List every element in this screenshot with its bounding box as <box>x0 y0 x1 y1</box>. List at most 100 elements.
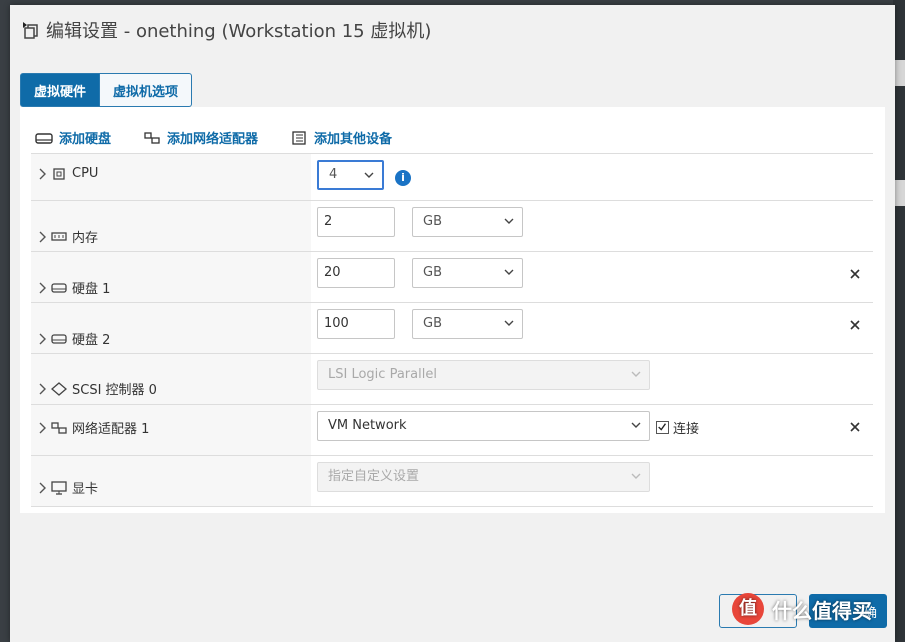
remove-disk2-close-icon[interactable] <box>849 319 861 331</box>
row-value-cell: 指定自定义设置 <box>311 456 873 506</box>
cpu-label: CPU <box>72 166 99 181</box>
expand-disk1[interactable]: 硬盘 1 <box>38 278 110 297</box>
disk-icon <box>35 132 53 144</box>
chevron-right-icon <box>39 482 46 493</box>
video-settings-value: 指定自定义设置 <box>328 469 420 484</box>
chevron-right-icon <box>39 231 46 242</box>
remove-disk1-close-icon[interactable] <box>849 268 861 280</box>
network-value: VM Network <box>328 418 407 433</box>
edit-settings-dialog: 编辑设置 - onething (Workstation 15 虚拟机) 虚拟硬… <box>10 5 895 642</box>
disk2-label: 硬盘 2 <box>72 333 111 348</box>
chevron-right-icon <box>39 333 46 344</box>
chevron-right-icon <box>39 168 46 179</box>
monitor-icon <box>51 480 67 495</box>
dialog-title: 编辑设置 - onething (Workstation 15 虚拟机) <box>22 17 431 43</box>
cpu-icon <box>53 167 65 180</box>
row-label-cell: 内存 <box>31 201 311 251</box>
expand-memory[interactable]: 内存 <box>38 227 98 246</box>
disk-icon <box>51 333 67 344</box>
expand-disk2[interactable]: 硬盘 2 <box>38 329 110 348</box>
video-settings-select: 指定自定义设置 <box>317 462 650 492</box>
row-label-cell: 硬盘 1 <box>31 252 311 302</box>
scsi-controller-icon <box>51 381 67 396</box>
memory-icon <box>51 231 67 241</box>
add-network-adapter-label: 添加网络适配器 <box>167 132 259 147</box>
memory-label: 内存 <box>72 231 99 246</box>
add-network-adapter-button[interactable]: 添加网络适配器 <box>143 128 258 147</box>
chevron-right-icon <box>39 383 46 394</box>
row-label-cell: CPU <box>31 154 311 200</box>
chevron-down-icon <box>364 172 374 178</box>
network-adapter-icon <box>51 421 67 434</box>
disk2-unit-select[interactable]: GB <box>412 309 523 339</box>
disk1-size-input[interactable]: 20 <box>317 258 395 288</box>
disk1-unit-select[interactable]: GB <box>412 258 523 288</box>
info-icon[interactable]: i <box>395 170 411 186</box>
chevron-down-icon <box>504 218 514 224</box>
memory-size-input[interactable]: 2 <box>317 207 395 237</box>
expand-network[interactable]: 网络适配器 1 <box>38 418 149 437</box>
row-label-cell: 硬盘 2 <box>31 303 311 353</box>
chevron-down-icon <box>504 320 514 326</box>
tab-bar: 虚拟硬件 虚拟机选项 <box>20 73 193 107</box>
watermark-text: 什么值得买 <box>772 598 872 623</box>
network-select[interactable]: VM Network <box>317 411 650 441</box>
scsi-type-select: LSI Logic Parallel <box>317 360 650 390</box>
row-value-cell: 4 i <box>311 154 873 200</box>
chevron-down-icon <box>631 371 641 377</box>
tab-virtual-hardware[interactable]: 虚拟硬件 <box>20 73 101 107</box>
hardware-table: CPU 4 i 内存 2 GB 硬盘 1 20 GB 硬盘 2 100 GB S… <box>31 153 873 507</box>
expand-cpu[interactable]: CPU <box>38 166 98 181</box>
row-value-cell: 100 GB <box>311 303 873 353</box>
row-value-cell: 2 GB <box>311 201 873 251</box>
disk1-label: 硬盘 1 <box>72 282 111 297</box>
chevron-right-icon <box>39 282 46 293</box>
video-label: 显卡 <box>72 482 99 497</box>
add-disk-label: 添加硬盘 <box>59 132 112 147</box>
row-value-cell: 20 GB <box>311 252 873 302</box>
hardware-row-network: 网络适配器 1 VM Network 连接 <box>31 404 873 455</box>
disk2-unit-value: GB <box>423 316 442 331</box>
row-value-cell: VM Network 连接 <box>311 405 873 455</box>
tab-vm-options[interactable]: 虚拟机选项 <box>100 73 193 107</box>
row-label-cell: SCSI 控制器 0 <box>31 354 311 404</box>
scsi-label: SCSI 控制器 0 <box>72 383 157 398</box>
hardware-row-video: 显卡 指定自定义设置 <box>31 455 873 507</box>
watermark: 值 什么值得买 <box>732 593 872 625</box>
cpu-count-select[interactable]: 4 <box>317 160 384 190</box>
add-disk-button[interactable]: 添加硬盘 <box>35 128 111 147</box>
expand-scsi[interactable]: SCSI 控制器 0 <box>38 379 157 398</box>
hardware-row-disk1: 硬盘 1 20 GB <box>31 251 873 302</box>
disk-icon <box>51 282 67 293</box>
memory-unit-value: GB <box>423 214 442 229</box>
memory-unit-select[interactable]: GB <box>412 207 523 237</box>
network-adapter-icon <box>144 131 160 144</box>
add-other-device-label: 添加其他设备 <box>314 132 393 147</box>
connect-checkbox[interactable]: 连接 <box>656 418 699 437</box>
connect-label: 连接 <box>673 422 700 437</box>
checkbox-checked-icon <box>656 421 669 434</box>
cpu-count-value: 4 <box>329 167 338 182</box>
chevron-down-icon <box>631 422 641 428</box>
row-label-cell: 网络适配器 1 <box>31 405 311 455</box>
chevron-down-icon <box>631 473 641 479</box>
scsi-type-value: LSI Logic Parallel <box>328 367 437 382</box>
add-other-device-button[interactable]: 添加其他设备 <box>290 128 392 147</box>
disk1-unit-value: GB <box>423 265 442 280</box>
device-list-icon <box>292 130 306 145</box>
hardware-toolbar: 添加硬盘 添加网络适配器 添加其他设备 <box>35 128 424 147</box>
hardware-row-scsi: SCSI 控制器 0 LSI Logic Parallel <box>31 353 873 404</box>
chevron-right-icon <box>39 422 46 433</box>
hardware-panel: 添加硬盘 添加网络适配器 添加其他设备 CPU 4 i 内存 2 GB 硬盘 1… <box>20 107 885 513</box>
dialog-title-text: 编辑设置 - onething (Workstation 15 虚拟机) <box>46 21 432 42</box>
network-label: 网络适配器 1 <box>72 422 150 437</box>
remove-network-close-icon[interactable] <box>849 421 861 433</box>
chevron-down-icon <box>504 269 514 275</box>
hardware-row-cpu: CPU 4 i <box>31 153 873 200</box>
expand-video[interactable]: 显卡 <box>38 478 98 497</box>
hardware-row-disk2: 硬盘 2 100 GB <box>31 302 873 353</box>
disk2-size-input[interactable]: 100 <box>317 309 395 339</box>
row-label-cell: 显卡 <box>31 456 311 506</box>
vm-settings-icon <box>23 22 38 39</box>
watermark-logo: 值 <box>732 593 764 625</box>
